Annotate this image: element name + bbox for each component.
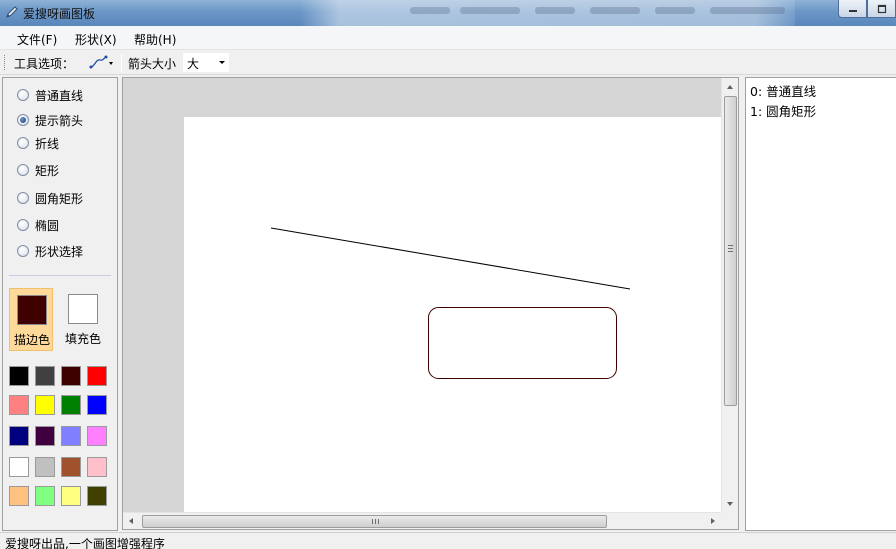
radio-label: 形状选择 — [35, 244, 84, 259]
scroll-up-icon[interactable] — [722, 78, 739, 95]
title-bar: 爱搜呀画图板 — [0, 0, 896, 26]
vertical-scrollbar[interactable] — [721, 78, 738, 512]
radio-label: 普通直线 — [35, 88, 84, 103]
palette-swatch[interactable] — [35, 366, 55, 386]
menu-shape[interactable]: 形状(X) — [75, 31, 117, 48]
line-style-dropdown[interactable] — [88, 54, 116, 71]
radio-label: 圆角矩形 — [35, 191, 84, 206]
radio-shape-select[interactable]: 形状选择 — [17, 243, 83, 259]
minimize-icon — [848, 9, 857, 12]
maximize-button[interactable] — [867, 0, 896, 18]
maximize-icon — [877, 4, 886, 13]
fill-color-label: 填充色 — [64, 332, 101, 346]
color-palette — [9, 366, 111, 516]
palette-swatch[interactable] — [35, 426, 55, 446]
palette-swatch[interactable] — [9, 457, 29, 477]
tool-options-label: 工具选项： — [14, 57, 75, 71]
minimize-button[interactable] — [838, 0, 867, 18]
palette-swatch[interactable] — [87, 426, 107, 446]
palette-swatch[interactable] — [9, 366, 29, 386]
window-controls — [838, 0, 896, 20]
horizontal-scroll-thumb[interactable] — [142, 515, 607, 528]
radio-dot — [17, 89, 29, 101]
palette-swatch[interactable] — [35, 457, 55, 477]
shape-straight-line[interactable] — [270, 227, 631, 290]
palette-swatch[interactable] — [35, 395, 55, 415]
radio-dot — [17, 192, 29, 204]
stroke-color-button[interactable]: 描边色 — [9, 288, 53, 351]
menu-help[interactable]: 帮助(H) — [134, 31, 176, 48]
fill-color-button[interactable]: 填充色 — [61, 288, 105, 351]
palette-swatch[interactable] — [61, 366, 81, 386]
stroke-color-label: 描边色 — [13, 333, 50, 347]
radio-label: 椭圆 — [35, 218, 60, 233]
horizontal-scrollbar[interactable] — [123, 512, 721, 529]
status-text: 爱搜呀出品,一个画图增强程序 — [5, 537, 165, 549]
palette-swatch[interactable] — [87, 457, 107, 477]
radio-dot — [17, 114, 29, 126]
palette-swatch[interactable] — [61, 457, 81, 477]
shape-list-item[interactable]: 0: 普通直线 — [750, 81, 816, 100]
menu-file[interactable]: 文件(F) — [17, 31, 57, 48]
scroll-left-icon[interactable] — [123, 513, 140, 530]
drawing-canvas[interactable] — [184, 117, 722, 512]
radio-line[interactable]: 普通直线 — [17, 87, 83, 103]
blurred-title-area — [300, 0, 795, 26]
radio-label: 矩形 — [35, 163, 60, 178]
fill-color-swatch — [68, 294, 98, 324]
palette-swatch[interactable] — [61, 395, 81, 415]
palette-swatch[interactable] — [61, 486, 81, 506]
shape-list-item[interactable]: 1: 圆角矩形 — [750, 101, 816, 120]
chevron-down-icon — [219, 61, 225, 64]
toolbar-separator — [121, 54, 122, 71]
app-pencil-icon — [6, 6, 18, 18]
radio-ellipse[interactable]: 椭圆 — [17, 217, 59, 233]
radio-arrow[interactable]: 提示箭头 — [17, 112, 83, 128]
palette-swatch[interactable] — [87, 395, 107, 415]
palette-swatch[interactable] — [9, 426, 29, 446]
palette-swatch[interactable] — [87, 366, 107, 386]
scroll-down-icon[interactable] — [722, 495, 739, 512]
grip-icon — [728, 245, 733, 252]
shape-list: 0: 普通直线 1: 圆角矩形 — [745, 77, 896, 531]
radio-rectangle[interactable]: 矩形 — [17, 162, 59, 178]
scroll-right-icon[interactable] — [704, 513, 721, 530]
canvas-scroll-area — [122, 77, 739, 530]
window-title: 爱搜呀画图板 — [23, 7, 96, 21]
toolbar: 工具选项： 箭头大小 大 — [0, 50, 896, 75]
radio-polyline[interactable]: 折线 — [17, 135, 59, 151]
vertical-scroll-thumb[interactable] — [724, 96, 737, 406]
palette-swatch[interactable] — [35, 486, 55, 506]
palette-swatch[interactable] — [9, 486, 29, 506]
shape-rounded-rectangle[interactable] — [428, 307, 617, 379]
panel-divider — [9, 275, 111, 276]
radio-dot — [17, 137, 29, 149]
menu-bar: 文件(F) 形状(X) 帮助(H) — [0, 26, 896, 50]
toolbar-grip[interactable] — [4, 55, 6, 70]
radio-dot — [17, 164, 29, 176]
scroll-corner — [721, 512, 738, 529]
tool-panel: 普通直线 提示箭头 折线 矩形 圆角矩形 椭圆 形状选择 描边色 填充色 — [2, 77, 118, 531]
radio-dot — [17, 219, 29, 231]
canvas-shapes — [270, 227, 631, 379]
radio-rounded-rectangle[interactable]: 圆角矩形 — [17, 190, 83, 206]
arrow-size-value: 大 — [187, 57, 200, 71]
stroke-color-swatch — [17, 295, 47, 325]
grip-icon — [372, 519, 379, 524]
status-bar: 爱搜呀出品,一个画图增强程序 — [0, 532, 896, 549]
arrow-size-select[interactable]: 大 — [183, 53, 229, 72]
radio-label: 折线 — [35, 136, 60, 151]
radio-dot — [17, 245, 29, 257]
palette-swatch[interactable] — [87, 486, 107, 506]
arrow-size-label: 箭头大小 — [128, 57, 177, 71]
palette-swatch[interactable] — [9, 395, 29, 415]
radio-label: 提示箭头 — [35, 113, 84, 128]
palette-swatch[interactable] — [61, 426, 81, 446]
